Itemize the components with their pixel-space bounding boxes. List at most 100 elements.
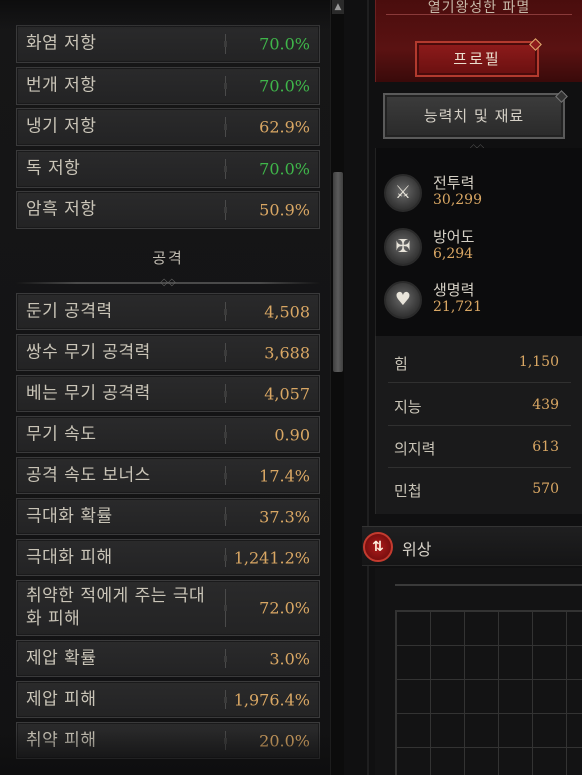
stat-value: 70.0% — [259, 34, 310, 54]
stat-label: 둔기 공격력 — [26, 301, 113, 321]
stat-row[interactable]: 극대화 확률 37.3% — [16, 498, 320, 535]
stat-separator — [224, 302, 227, 321]
stat-label: 베는 무기 공격력 — [26, 383, 151, 403]
attribute-divider — [388, 425, 571, 426]
stat-value: 62.9% — [259, 117, 310, 137]
stat-row[interactable]: 제압 피해 1,976.4% — [16, 681, 320, 718]
stat-separator — [224, 34, 227, 54]
stat-row[interactable]: 극대화 피해 1,241.2% — [16, 539, 320, 576]
stat-separator — [224, 548, 227, 567]
attribute-row[interactable]: 힘 1,150 — [376, 343, 582, 383]
attribute-label: 지능 — [394, 398, 422, 416]
stat-value: 50.9% — [259, 200, 310, 220]
stat-label: 제압 피해 — [26, 689, 97, 709]
stats-button-label: 능력치 및 재료 — [423, 107, 525, 125]
stat-value: 20.0% — [259, 731, 310, 750]
character-summary-panel: 열기왕성한 파멸 프로필 능력치 및 재료 ◇◇ ⚔전투력30,299✠방어도6… — [344, 0, 582, 775]
stat-value: 0.90 — [274, 425, 310, 444]
stat-label: 쌍수 무기 공격력 — [26, 342, 151, 362]
stat-label: 무기 속도 — [26, 424, 97, 444]
stat-value: 3.0% — [269, 649, 310, 668]
stat-separator — [224, 649, 227, 668]
stat-value: 70.0% — [259, 76, 310, 95]
stat-row[interactable]: 둔기 공격력 4,508 — [16, 293, 320, 330]
crossed-swords-icon: ⚔ — [384, 174, 422, 212]
stat-label: 냉기 저항 — [26, 116, 97, 137]
stat-label: 공격 속도 보너스 — [26, 465, 151, 485]
stat-separator — [224, 731, 227, 750]
stat-row[interactable]: 베는 무기 공격력 4,057 — [16, 375, 320, 412]
divider-ornament-icon: ◇◇ — [160, 277, 176, 288]
stat-row[interactable]: 제압 확률 3.0% — [16, 640, 320, 677]
core-stat[interactable]: ♥ 생명력 21,721 — [376, 275, 582, 327]
stat-row[interactable]: 화염 저항 70.0% — [16, 25, 320, 63]
stat-row[interactable]: 번개 저항 70.0% — [16, 66, 320, 105]
stat-label: 화염 저항 — [26, 33, 97, 54]
stat-value: 72.0% — [259, 598, 310, 618]
stats-scrollbar[interactable]: ▲ — [330, 0, 344, 775]
stat-value: 1,241.2% — [233, 548, 310, 567]
stat-row[interactable]: 취약 피해 20.0% — [16, 722, 320, 759]
stat-label: 취약 피해 — [26, 730, 97, 750]
attribute-label: 힘 — [394, 355, 408, 373]
stat-separator — [224, 158, 227, 179]
stat-separator — [224, 384, 227, 403]
core-stat-label: 전투력 — [433, 174, 475, 192]
stat-row[interactable]: 무기 속도 0.90 — [16, 416, 320, 453]
stat-separator — [224, 200, 227, 220]
core-stats-box: ⚔ 전투력 30,299 ✠ 방어도 6,294 ♥ 생명력 21,721 — [375, 148, 582, 336]
paragon-header[interactable]: ⇅ 위상 — [362, 526, 582, 566]
stat-value: 37.3% — [259, 507, 310, 526]
stat-value: 1,976.4% — [233, 690, 310, 709]
stat-separator — [224, 425, 227, 444]
attribute-value: 613 — [532, 439, 559, 455]
attribute-label: 민첩 — [394, 482, 422, 500]
attribute-row[interactable]: 지능 439 — [376, 386, 582, 426]
stat-row[interactable]: 냉기 저항 62.9% — [16, 108, 320, 146]
attribute-value: 1,150 — [518, 354, 559, 370]
stat-value: 70.0% — [259, 159, 310, 178]
paragon-icon: ⇅ — [363, 532, 393, 562]
attribute-value: 570 — [532, 481, 559, 497]
heart-icon: ♥ — [384, 281, 422, 319]
core-stat-value: 30,299 — [433, 192, 482, 208]
character-stats-panel: 화염 저항 70.0% 번개 저항 70.0% 냉기 저항 62.9% 독 저항 70.0% 암… — [0, 0, 330, 775]
profile-button-label: 프로필 — [453, 50, 501, 68]
section-title: 공격 — [152, 249, 184, 267]
paragon-board[interactable] — [375, 568, 582, 775]
stat-row[interactable]: 공격 속도 보너스 17.4% — [16, 457, 320, 494]
core-stat[interactable]: ✠ 방어도 6,294 — [376, 222, 582, 274]
stat-separator — [224, 690, 227, 709]
stat-value: 4,508 — [264, 302, 310, 321]
stat-value: 17.4% — [259, 466, 310, 485]
core-stat-label: 방어도 — [433, 228, 475, 246]
stat-label: 취약한 적에게 주는 극대화 피해 — [26, 586, 206, 629]
profile-button[interactable]: 프로필 — [415, 38, 542, 77]
stat-label: 독 저항 — [26, 158, 81, 178]
section-attack: 공격 ◇◇ — [16, 234, 320, 290]
character-title: 열기왕성한 파멸 — [427, 0, 531, 16]
attribute-label: 의지력 — [394, 440, 436, 458]
attribute-divider — [388, 467, 571, 468]
stat-row[interactable]: 암흑 저항 50.9% — [16, 191, 320, 229]
paragon-grid — [395, 610, 582, 775]
stat-row[interactable]: 취약한 적에게 주는 극대화 피해 72.0% — [16, 580, 320, 636]
stat-separator — [224, 343, 227, 362]
attribute-divider — [388, 382, 571, 383]
attribute-row[interactable]: 민첩 570 — [376, 470, 582, 510]
core-stat-label: 생명력 — [433, 281, 475, 299]
stat-row[interactable]: 독 저항 70.0% — [16, 149, 320, 188]
attribute-value: 439 — [532, 397, 559, 413]
core-stat-value: 6,294 — [433, 246, 474, 262]
stat-row[interactable]: 쌍수 무기 공격력 3,688 — [16, 334, 320, 371]
scroll-up-arrow-icon[interactable]: ▲ — [332, 0, 344, 14]
attribute-row[interactable]: 의지력 613 — [376, 428, 582, 468]
stats-and-materials-button[interactable]: 능력치 및 재료 — [383, 90, 568, 139]
stat-label: 암흑 저항 — [26, 199, 97, 220]
stat-separator — [224, 466, 227, 485]
stat-separator — [224, 589, 227, 627]
core-stat[interactable]: ⚔ 전투력 30,299 — [376, 168, 582, 220]
stat-value: 3,688 — [264, 343, 310, 362]
scroll-thumb[interactable] — [333, 172, 343, 372]
stat-value: 4,057 — [264, 384, 310, 403]
